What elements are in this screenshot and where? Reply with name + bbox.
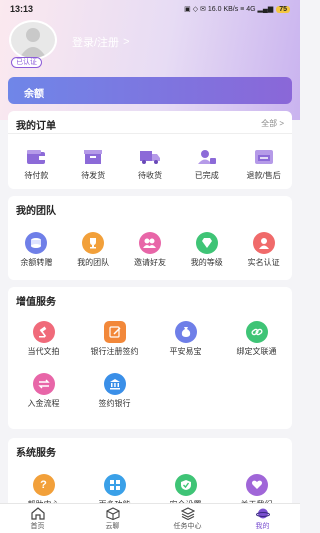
order-label: 待付款 [24,171,49,180]
service-label: 绑定文联通 [236,347,277,356]
diamond-icon [195,232,218,254]
cube-icon [105,507,120,520]
team-item-balance-transfer[interactable]: 余额转赠 [8,232,65,276]
service-deposit-process[interactable]: 入金流程 [8,373,79,425]
coins-icon [25,232,48,254]
order-refund[interactable]: 退款/售后 [235,147,292,191]
tab-label: 首页 [30,523,45,530]
orders-grid: 待付款 待发货 待收货 已完成 退款/售后 [8,147,292,191]
edit-icon [103,321,126,343]
value-services-title: 增值服务 [16,297,56,308]
order-label: 已完成 [194,171,219,180]
tab-label: 任务中心 [173,523,202,530]
system-services-section: 系统服务 ? 帮助中心 更多功能 安全设置 关于我们 [8,438,292,509]
team-grid: 余额转赠 我的团队 邀请好友 我的等级 实名认证 [8,232,292,276]
service-label: 银行注册签约 [90,347,139,356]
service-bind-wenliantong[interactable]: 绑定文联通 [221,321,292,373]
order-label: 待发货 [81,171,106,180]
wallet-icon [24,147,48,167]
moneybag-icon [174,321,197,343]
team-item-label: 余额转赠 [20,258,53,267]
grid-icon [103,474,126,496]
bank-icon [103,373,126,395]
team-item-label: 我的等级 [190,258,223,267]
chevron-right-icon: > [123,36,130,48]
gavel-icon [32,321,55,343]
team-item-my-team[interactable]: 我的团队 [65,232,122,276]
service-label: 平安易宝 [169,347,202,356]
orders-section: 我的订单 全部 > 待付款 待发货 待收货 已完成 退款/售后 [8,111,292,189]
status-time: 13:13 [10,4,34,14]
service-label: 签约银行 [98,399,131,408]
people-icon [138,232,161,254]
transfer-icon [32,373,55,395]
box-icon [81,147,105,167]
team-item-level[interactable]: 我的等级 [178,232,235,276]
service-bank-signing[interactable]: 银行注册签约 [79,321,150,373]
tab-task-center[interactable]: 任务中心 [150,504,225,533]
service-contracted-bank[interactable]: 签约银行 [79,373,150,425]
order-label: 退款/售后 [246,171,281,180]
refund-icon [252,147,276,167]
order-pending-receipt[interactable]: 待收货 [122,147,179,191]
truck-icon [138,147,162,167]
chevron-right-icon: > [279,119,284,128]
status-icons: ▣ ◇ ✉ 16.0 KB/s ≡ 4G ▂▄▆ [184,6,274,13]
service-label: 入金流程 [27,399,60,408]
system-services-title: 系统服务 [16,448,56,459]
heart-chat-icon [245,474,268,496]
trophy-icon [82,232,105,254]
team-section: 我的团队 余额转赠 我的团队 邀请好友 我的等级 实名认证 [8,196,292,280]
service-contemporary-auction[interactable]: 当代文拍 [8,321,79,373]
service-pingan-yibao[interactable]: 平安易宝 [150,321,221,373]
value-services-grid: 当代文拍 银行注册签约 平安易宝 绑定文联通 入金流程 签约银行 [8,321,292,425]
tab-home[interactable]: 首页 [0,504,75,533]
home-icon [30,507,45,520]
orders-title: 我的订单 [16,121,56,132]
user-check-icon [195,147,219,167]
team-item-label: 邀请好友 [133,258,166,267]
balance-label: 余额 [24,89,44,100]
bottom-tab-bar: 首页 云聊 任务中心 我的 [0,503,300,533]
tab-mine[interactable]: 我的 [225,504,300,533]
divider [8,133,292,134]
orders-all-link[interactable]: 全部 > [261,118,284,129]
team-title: 我的团队 [16,206,56,217]
avatar[interactable] [9,20,57,60]
value-services-section: 增值服务 当代文拍 银行注册签约 平安易宝 绑定文联通 入金流程 签约银行 [8,287,292,429]
team-item-invite[interactable]: 邀请好友 [122,232,179,276]
help-icon: ? [32,474,55,496]
order-pending-payment[interactable]: 待付款 [8,147,65,191]
orders-all-label: 全部 [261,119,278,128]
id-person-icon [252,232,275,254]
planet-icon [255,508,270,519]
team-item-label: 我的团队 [77,258,110,267]
battery-icon: 75 [276,5,290,13]
tab-label: 我的 [255,523,270,530]
order-label: 待收货 [137,171,162,180]
tab-yunliao[interactable]: 云聊 [75,504,150,533]
person-icon [20,28,46,57]
team-item-label: 实名认证 [247,258,280,267]
tab-label: 云聊 [105,523,120,530]
service-label: 当代文拍 [27,347,60,356]
shield-check-icon [174,474,197,496]
login-link[interactable]: 登录/注册 > [72,34,130,50]
verified-badge: 已认证 [11,57,42,68]
order-pending-shipment[interactable]: 待发货 [65,147,122,191]
status-bar: 13:13 ▣ ◇ ✉ 16.0 KB/s ≡ 4G ▂▄▆ 75 [0,0,300,18]
status-indicators: ▣ ◇ ✉ 16.0 KB/s ≡ 4G ▂▄▆ 75 [184,5,290,13]
login-text: 登录/注册 [72,37,120,49]
team-item-real-name[interactable]: 实名认证 [235,232,292,276]
layers-icon [180,507,195,520]
order-completed[interactable]: 已完成 [178,147,235,191]
balance-card[interactable]: 余额 [8,77,292,104]
link-icon [245,321,268,343]
